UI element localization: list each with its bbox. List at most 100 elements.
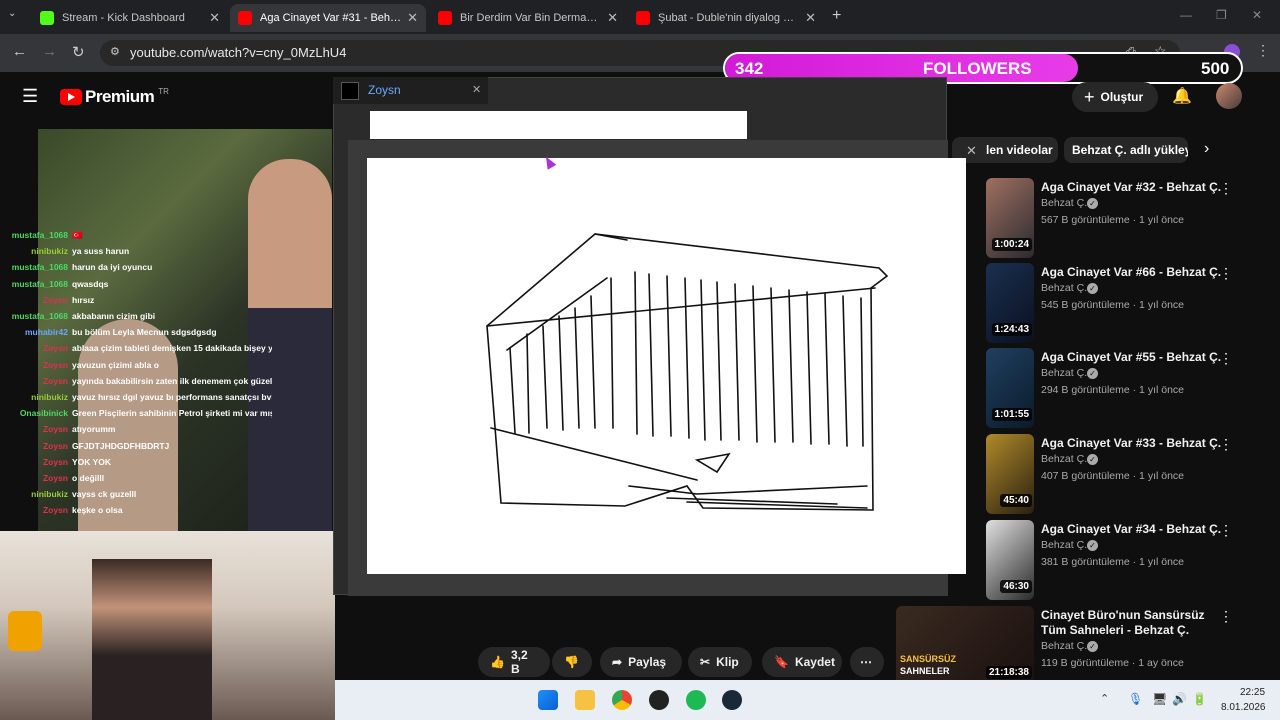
tab-subat-duble[interactable]: Şubat - Duble'nin diyalog görü ✕ — [628, 4, 824, 32]
tab-bir-derdim-var[interactable]: Bir Derdim Var Bin Dermana De ✕ — [430, 4, 626, 32]
hamburger-icon[interactable]: ☰ — [22, 86, 38, 107]
video-title[interactable]: Aga Cinayet Var #55 - Behzat Ç. — [1041, 350, 1221, 364]
chat-text: hırsız — [72, 294, 95, 305]
drawing-canvas[interactable] — [367, 158, 966, 574]
new-tab-button[interactable]: + — [832, 7, 841, 25]
video-title-line2[interactable]: Tüm Sahneleri - Behzat Ç. — [1041, 623, 1189, 637]
more-options-icon[interactable]: ⋮ — [1219, 180, 1233, 197]
video-duration: 1:01:55 — [991, 408, 1032, 421]
chat-text: qwasdqs — [72, 278, 109, 289]
thumbnail-caption: SANSÜRSÜZ — [900, 654, 957, 664]
chat-username: mustafa_1068 — [11, 262, 68, 273]
more-options-icon[interactable]: ⋮ — [1219, 265, 1233, 282]
video-meta: 294 B görüntüleme · 1 yıl önce — [1041, 384, 1185, 396]
chat-message: Zoysn — [43, 376, 68, 386]
chat-text: o değilll — [72, 473, 105, 483]
share-icon: ➦ — [612, 655, 623, 669]
channel-name[interactable]: Behzat Ç. — [1041, 367, 1087, 379]
video-title[interactable]: Cinayet Büro'nun Sansürsüz — [1041, 608, 1205, 622]
video-title[interactable]: Aga Cinayet Var #34 - Behzat Ç. — [1041, 522, 1221, 536]
more-options-icon[interactable]: ⋮ — [1219, 436, 1233, 453]
chat-text: akbabanın cizim gibi — [72, 311, 156, 321]
chat-username: ninibukiz — [31, 392, 68, 402]
chat-message: muhabir42 — [25, 327, 68, 337]
video-duration: 1:00:24 — [991, 238, 1032, 251]
verified-icon: ✓ — [1087, 540, 1098, 551]
tab-aga-cinayet-31[interactable]: Aga Cinayet Var #31 - Behzat Ç ✕ — [230, 4, 426, 32]
channel-name[interactable]: Behzat Ç. — [1041, 539, 1087, 551]
like-button[interactable]: 👍 3,2 B — [478, 647, 550, 677]
site-info-icon[interactable]: ⚙ — [110, 45, 120, 58]
chat-text: Green Pisçilerin sahibinin Petrol şirket… — [72, 408, 272, 419]
tray-chevron-icon[interactable]: ⌃ — [1100, 692, 1109, 705]
clock-time[interactable]: 22:25 — [1240, 687, 1265, 698]
chat-message: Zoysn — [43, 424, 68, 434]
tab-list-button[interactable]: ⌄ — [8, 8, 26, 26]
followers-current: 342 — [735, 59, 764, 78]
chat-message: ninibukiz — [31, 392, 68, 402]
more-actions-button[interactable]: ⋯ — [850, 647, 884, 677]
region-code: TR — [158, 86, 169, 96]
close-icon[interactable]: ✕ — [209, 10, 220, 26]
minimize-button[interactable]: — — [1180, 8, 1192, 22]
windows-start-icon[interactable] — [538, 690, 558, 710]
channel-name[interactable]: Behzat Ç. — [1041, 282, 1087, 294]
close-icon[interactable]: ✕ — [407, 10, 418, 26]
window-close-icon[interactable]: ✕ — [472, 83, 481, 96]
menu-icon[interactable]: ⋮ — [1256, 42, 1270, 59]
webcam-overlay — [0, 531, 335, 720]
close-icon[interactable]: ✕ — [607, 10, 618, 26]
dialog-close-icon[interactable]: ✕ — [966, 143, 977, 159]
battery-icon[interactable]: 🔋 — [1192, 692, 1207, 706]
chat-username: ninibukiz — [31, 246, 68, 257]
share-button[interactable]: ➦ Paylaş — [600, 647, 682, 677]
tab-kick-dashboard[interactable]: Stream - Kick Dashboard ✕ — [32, 4, 228, 32]
window-close-button[interactable]: ✕ — [1252, 8, 1262, 22]
notifications-bell-icon[interactable]: 🔔 — [1172, 86, 1192, 106]
spotify-icon[interactable] — [686, 690, 706, 710]
video-title[interactable]: Aga Cinayet Var #66 - Behzat Ç. — [1041, 265, 1221, 279]
maximize-button[interactable]: ❐ — [1216, 8, 1227, 22]
forward-icon[interactable]: → — [42, 43, 57, 60]
chevron-right-icon[interactable]: › — [1204, 140, 1209, 158]
more-options-icon[interactable]: ⋮ — [1219, 608, 1233, 625]
more-options-icon[interactable]: ⋮ — [1219, 522, 1233, 539]
close-icon[interactable]: ✕ — [805, 10, 816, 26]
volume-icon[interactable]: 🔊 — [1172, 692, 1187, 706]
chat-message: Zoysn — [43, 295, 68, 305]
clock-date[interactable]: 8.01.2026 — [1221, 702, 1266, 713]
chip-uploader[interactable]: Behzat Ç. adlı yükleyi — [1064, 137, 1188, 163]
tab-title: Stream - Kick Dashboard — [62, 12, 185, 24]
dislike-button[interactable]: 👎 — [552, 647, 592, 677]
youtube-icon — [438, 11, 452, 25]
save-button[interactable]: 🔖 Kaydet — [762, 647, 842, 677]
followers-label: FOLLOWERS — [923, 59, 1032, 78]
obs-icon[interactable] — [649, 690, 669, 710]
video-title[interactable]: Aga Cinayet Var #32 - Behzat Ç. — [1041, 180, 1221, 194]
file-explorer-icon[interactable] — [575, 690, 595, 710]
channel-name[interactable]: Behzat Ç. — [1041, 197, 1087, 209]
avatar[interactable] — [1216, 83, 1242, 109]
more-options-icon[interactable]: ⋮ — [1219, 350, 1233, 367]
like-count: 3,2 B — [510, 648, 528, 676]
back-icon[interactable]: ← — [12, 43, 27, 60]
video-duration: 45:40 — [1000, 494, 1032, 507]
network-icon[interactable]: 🖥 — [1152, 692, 1167, 706]
tab-title: Şubat - Duble'nin diyalog görü — [658, 12, 800, 24]
steam-icon[interactable] — [722, 690, 742, 710]
chat-username: Zoysn — [42, 359, 68, 370]
create-button[interactable]: + Oluştur — [1072, 82, 1158, 112]
video-meta: 545 B görüntüleme · 1 yıl önce — [1041, 299, 1185, 311]
channel-name[interactable]: Behzat Ç. — [1041, 453, 1087, 465]
reload-icon[interactable]: ↻ — [72, 43, 85, 61]
channel-name[interactable]: Behzat Ç. — [1041, 640, 1087, 652]
tab-strip: ⌄ Stream - Kick Dashboard ✕ Aga Cinayet … — [0, 0, 1280, 34]
youtube-logo[interactable]: Premium TR — [60, 87, 169, 107]
clip-button[interactable]: ✂ Klip — [688, 647, 752, 677]
chat-username: muhabir42 — [25, 327, 68, 338]
video-duration: 21:18:38 — [985, 666, 1032, 679]
microphone-icon[interactable]: 🎙 — [1128, 692, 1143, 706]
video-title[interactable]: Aga Cinayet Var #33 - Behzat Ç. — [1041, 436, 1221, 450]
chrome-icon[interactable] — [612, 690, 632, 710]
chat-text: atıyorumm — [72, 424, 116, 435]
